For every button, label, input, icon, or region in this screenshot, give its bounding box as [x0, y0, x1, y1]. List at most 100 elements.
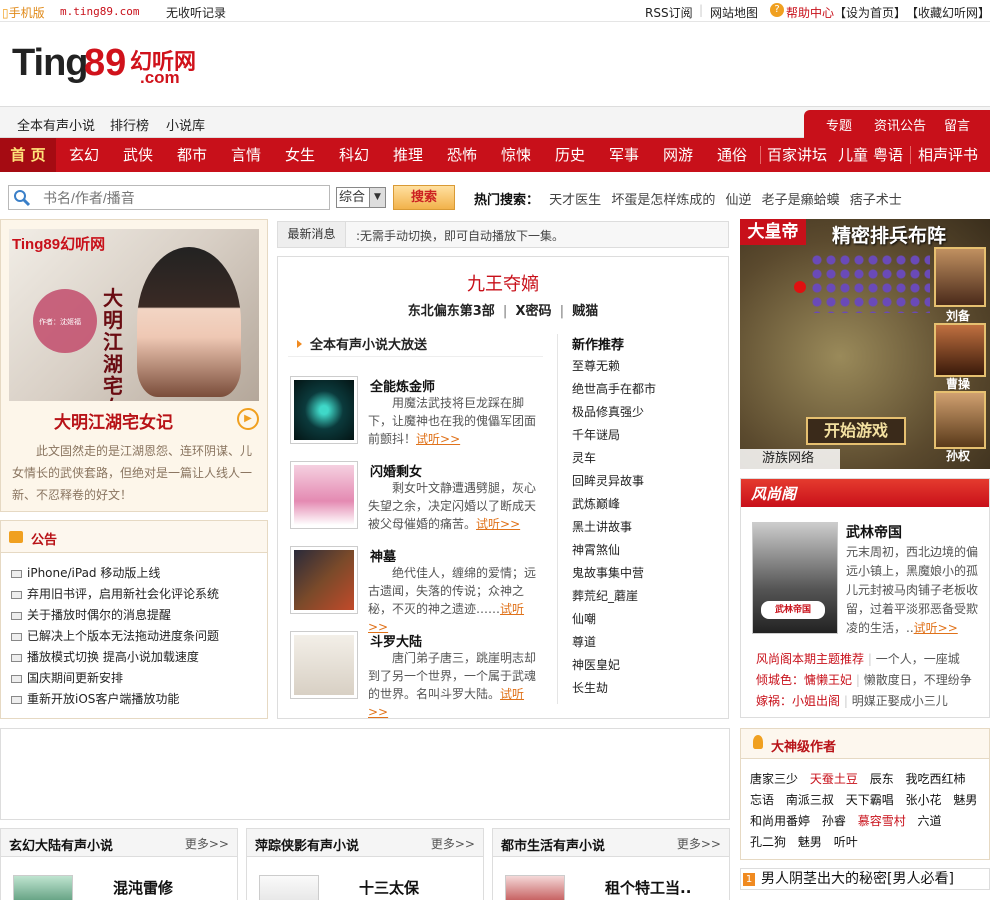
- notice-item[interactable]: 播放模式切换 提高小说加载速度: [11, 647, 219, 668]
- book-cover[interactable]: [290, 631, 358, 699]
- book-cover[interactable]: [13, 875, 73, 900]
- author-link[interactable]: 天蚕土豆: [810, 772, 858, 786]
- author-link[interactable]: 唐家三少: [750, 772, 798, 786]
- play-icon[interactable]: ▶: [237, 408, 259, 430]
- listen-link[interactable]: 试听>>: [416, 432, 460, 446]
- news-text[interactable]: :无需手动切换，即可自动播放下一集。: [356, 227, 564, 244]
- mobile-url[interactable]: m.ting89.com: [60, 5, 139, 18]
- nav-item[interactable]: 玄幻: [69, 138, 99, 172]
- rss-link[interactable]: RSS订阅: [645, 4, 693, 21]
- nav-home[interactable]: 首 页: [0, 138, 56, 172]
- book-title[interactable]: 闪婚剩女: [370, 461, 422, 480]
- new-recommend-item[interactable]: 千年谜局: [572, 426, 656, 449]
- sub-link[interactable]: 东北偏东第3部: [408, 304, 495, 319]
- new-recommend-item[interactable]: 回眸灵异故事: [572, 472, 656, 495]
- nav-item[interactable]: 都市: [177, 138, 207, 172]
- subnav-ranking[interactable]: 排行榜: [110, 115, 149, 134]
- book-title[interactable]: 租个特工当..: [605, 877, 691, 898]
- category-title[interactable]: 都市生活有声小说: [501, 835, 605, 854]
- headline-title[interactable]: 九王夺嫡: [277, 270, 729, 296]
- new-recommend-item[interactable]: 绝世高手在都市: [572, 380, 656, 403]
- book-title[interactable]: 混沌雷修: [113, 877, 173, 898]
- sub-link[interactable]: X密码: [516, 304, 552, 319]
- nav-item[interactable]: 百家讲坛: [767, 138, 827, 172]
- author-link[interactable]: 和尚用番婷: [750, 814, 810, 828]
- new-recommend-item[interactable]: 黑土讲故事: [572, 518, 656, 541]
- game-ad[interactable]: 大皇帝 精密排兵布阵 刘备 曹操 孙权 开始游戏 游族网络: [740, 219, 990, 469]
- book-cover[interactable]: [259, 875, 319, 900]
- new-recommend-item[interactable]: 灵车: [572, 449, 656, 472]
- notice-item[interactable]: 重新开放iOS客户端播放功能: [11, 689, 219, 710]
- listen-link[interactable]: 试听>>: [476, 517, 520, 531]
- author-link[interactable]: 南派三叔: [786, 793, 834, 807]
- more-link[interactable]: 更多>>: [431, 835, 475, 852]
- book-title[interactable]: 神墓: [370, 546, 396, 565]
- author-link[interactable]: 辰东: [870, 772, 894, 786]
- notice-item[interactable]: 国庆期间更新安排: [11, 668, 219, 689]
- author-link[interactable]: 魅男: [953, 793, 977, 807]
- author-link[interactable]: 魅男: [798, 835, 822, 849]
- search-input[interactable]: [43, 188, 323, 207]
- nav-item[interactable]: 历史: [555, 138, 585, 172]
- rank-item[interactable]: 1 男人阴茎出大的秘密[男人必看]: [740, 868, 990, 890]
- favorite-link[interactable]: 【收藏幻听网】: [906, 4, 990, 21]
- category-title[interactable]: 萍踪侠影有声小说: [255, 835, 359, 854]
- new-recommend-item[interactable]: 葬荒纪_蘑崖: [572, 587, 656, 610]
- nav-item[interactable]: 科幻: [339, 138, 369, 172]
- author-link[interactable]: 忘语: [750, 793, 774, 807]
- fengshangge-cover[interactable]: 武林帝国: [752, 522, 838, 634]
- search-button[interactable]: 搜索: [393, 185, 455, 210]
- category-title[interactable]: 玄幻大陆有声小说: [9, 835, 113, 854]
- featured-book-cover[interactable]: Ting89幻听网 大明江湖宅女记 作者：沈姬福: [9, 229, 259, 401]
- fengshangge-line[interactable]: 风尚阁本期主题推荐 | 一个人，一座城: [756, 650, 960, 667]
- hot-search-item[interactable]: 痞子术士: [850, 193, 902, 208]
- new-recommend-item[interactable]: 仙嘲: [572, 610, 656, 633]
- hot-search-item[interactable]: 仙逆: [725, 193, 751, 208]
- ad-start-button[interactable]: 开始游戏: [806, 417, 906, 445]
- sitemap-link[interactable]: 网站地图: [710, 4, 758, 21]
- book-cover[interactable]: [505, 875, 565, 900]
- nav-item[interactable]: 言情: [231, 138, 261, 172]
- hot-search-item[interactable]: 坏蛋是怎样炼成的: [611, 193, 715, 208]
- nav-item[interactable]: 惊悚: [501, 138, 531, 172]
- book-title[interactable]: 十三太保: [359, 877, 419, 898]
- subnav-news[interactable]: 资讯公告: [874, 115, 926, 134]
- more-link[interactable]: 更多>>: [677, 835, 721, 852]
- notice-item[interactable]: 弃用旧书评，启用新社会化评论系统: [11, 584, 219, 605]
- author-link[interactable]: 听叶: [834, 835, 858, 849]
- book-cover[interactable]: [290, 461, 358, 529]
- notice-item[interactable]: 已解决上个版本无法拖动进度条问题: [11, 626, 219, 647]
- set-home-link[interactable]: 【设为首页】: [834, 4, 906, 21]
- sub-link[interactable]: 贼猫: [572, 304, 598, 319]
- book-cover[interactable]: [290, 376, 358, 444]
- new-recommend-item[interactable]: 武炼巅峰: [572, 495, 656, 518]
- nav-item[interactable]: 粤语: [873, 138, 903, 172]
- author-link[interactable]: 张小花: [906, 793, 942, 807]
- help-link[interactable]: 帮助中心: [786, 4, 834, 21]
- nav-item[interactable]: 网游: [663, 138, 693, 172]
- author-link[interactable]: 我吃西红柿: [906, 772, 966, 786]
- new-recommend-item[interactable]: 至尊无赖: [572, 357, 656, 380]
- book-cover[interactable]: [290, 546, 358, 614]
- nav-item[interactable]: 儿童: [838, 138, 868, 172]
- new-recommend-item[interactable]: 极品修真强少: [572, 403, 656, 426]
- notice-item[interactable]: iPhone/iPad 移动版上线: [11, 563, 219, 584]
- nav-item[interactable]: 军事: [609, 138, 639, 172]
- search-type-select[interactable]: 综合 ▼: [336, 187, 386, 208]
- mobile-link[interactable]: ▯手机版: [2, 4, 45, 21]
- fengshangge-line[interactable]: 倾城色：慵懒王妃 | 懒散度日，不理纷争: [756, 671, 972, 688]
- site-logo[interactable]: Ting 89 幻听网 .com: [12, 40, 212, 90]
- featured-book-title[interactable]: 大明江湖宅女记: [54, 408, 173, 433]
- subnav-topics[interactable]: 专题: [826, 115, 852, 134]
- author-link[interactable]: 慕容雪村: [858, 814, 906, 828]
- more-link[interactable]: 更多>>: [185, 835, 229, 852]
- subnav-message[interactable]: 留言: [944, 115, 970, 134]
- nav-item[interactable]: 相声评书: [918, 138, 978, 172]
- fengshangge-book-title[interactable]: 武林帝国: [846, 522, 902, 542]
- nav-item[interactable]: 恐怖: [447, 138, 477, 172]
- author-link[interactable]: 六道: [918, 814, 942, 828]
- nav-item[interactable]: 武侠: [123, 138, 153, 172]
- new-recommend-item[interactable]: 尊道: [572, 633, 656, 656]
- nav-item[interactable]: 女生: [285, 138, 315, 172]
- new-recommend-item[interactable]: 神医皇妃: [572, 656, 656, 679]
